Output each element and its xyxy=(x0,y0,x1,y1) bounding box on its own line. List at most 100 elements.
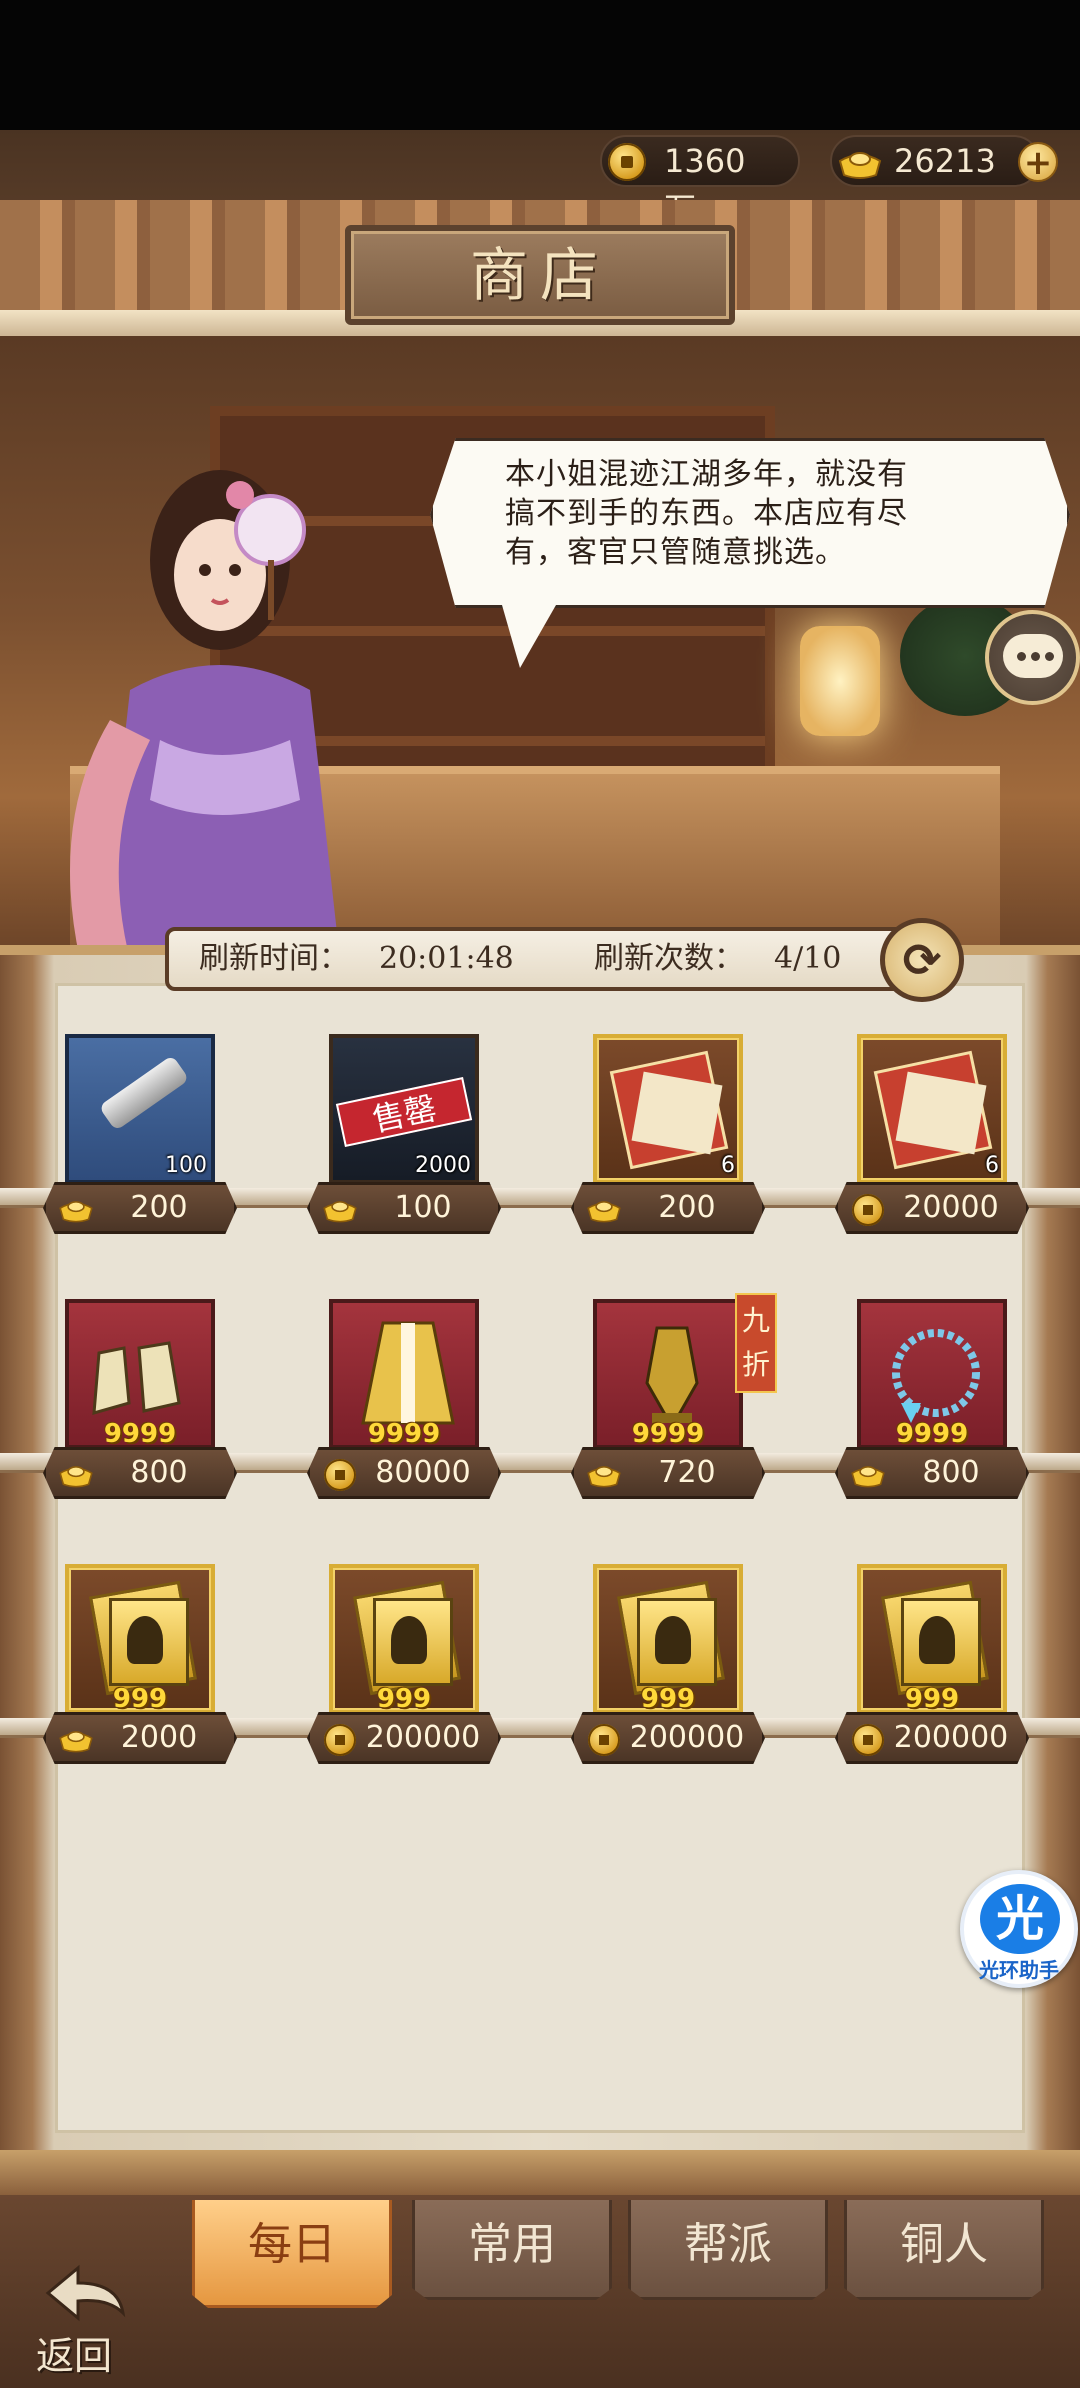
dialog-line: 搞不到手的东西。本店应有尽 xyxy=(505,496,908,531)
page-title: 商店 xyxy=(469,241,610,309)
price-plate: 20000 xyxy=(835,1182,1029,1234)
item-icon: 999 xyxy=(329,1564,479,1714)
gold-ingot-icon xyxy=(323,1201,357,1223)
back-arrow-icon xyxy=(45,2264,126,2322)
copper-coin-icon xyxy=(608,143,646,181)
gold-ingot-icon xyxy=(59,1466,93,1488)
item-icon: 999 xyxy=(857,1564,1007,1714)
chat-dot xyxy=(1031,652,1040,661)
refresh-time-value: 20:01:48 xyxy=(379,941,514,976)
assistant-float-button[interactable]: 光 光环助手 xyxy=(960,1870,1078,1988)
price-plate: 200000 xyxy=(307,1712,501,1764)
ingot-balance: 26213 + xyxy=(830,135,1058,187)
martial-figure-icon xyxy=(655,1616,691,1664)
price-plate: 100 xyxy=(307,1182,501,1234)
item-count: 999 xyxy=(112,1684,168,1714)
price-plate: 200000 xyxy=(571,1712,765,1764)
item-icon: 9999 xyxy=(65,1299,215,1449)
gold-ingot-icon xyxy=(587,1201,621,1223)
copper-coin-icon xyxy=(588,1724,620,1756)
refresh-count-value: 4/10 xyxy=(774,941,842,976)
refresh-button[interactable]: ⟳ xyxy=(880,918,964,1002)
chat-button[interactable] xyxy=(985,610,1080,705)
copper-coin-icon xyxy=(852,1724,884,1756)
chat-dot xyxy=(1017,652,1026,661)
item-price: 800 xyxy=(922,1455,980,1490)
gold-ingot-icon xyxy=(59,1731,93,1753)
item-count: 6 xyxy=(721,1153,735,1178)
back-button[interactable]: 返回 xyxy=(22,2255,142,2378)
item-icon: 9999 xyxy=(857,1299,1007,1449)
tab-daily[interactable]: 每日 xyxy=(192,2200,392,2308)
title-plaque: 商店 xyxy=(345,225,735,325)
discount-tag: 九折 xyxy=(735,1293,777,1393)
item-price: 200 xyxy=(658,1190,716,1225)
chat-dot xyxy=(1045,652,1054,661)
copper-coin-icon xyxy=(324,1724,356,1756)
back-label: 返回 xyxy=(36,2334,113,2378)
item-count: 9999 xyxy=(631,1419,705,1449)
price-plate: 800 xyxy=(835,1447,1029,1499)
item-icon: 9999 xyxy=(329,1299,479,1449)
shopkeeper-character xyxy=(70,470,340,960)
item-price: 200000 xyxy=(893,1720,1009,1755)
item-icon: 999 xyxy=(65,1564,215,1714)
add-ingot-button[interactable]: + xyxy=(1018,142,1058,182)
paper-icon xyxy=(895,1071,987,1155)
item-icon: 999 xyxy=(593,1564,743,1714)
assistant-icon: 光 xyxy=(980,1884,1060,1954)
item-count: 100 xyxy=(165,1153,207,1178)
tab-label: 每日 xyxy=(248,2219,336,2270)
item-price: 200 xyxy=(130,1190,188,1225)
panel-bottom-frame xyxy=(0,2150,1080,2195)
martial-figure-icon xyxy=(391,1616,427,1664)
tab-common[interactable]: 常用 xyxy=(412,2200,612,2300)
item-count: 999 xyxy=(640,1684,696,1714)
ingot-balance-value: 26213 xyxy=(894,142,996,180)
lantern xyxy=(800,626,880,736)
price-plate: 720 xyxy=(571,1447,765,1499)
tab-guild[interactable]: 帮派 xyxy=(628,2200,828,2300)
price-plate: 200 xyxy=(43,1182,237,1234)
dialog-line: 有，客官只管随意挑选。 xyxy=(505,535,846,570)
item-price: 2000 xyxy=(120,1720,198,1755)
refresh-time-label: 刷新时间： xyxy=(199,941,349,976)
tab-label: 铜人 xyxy=(900,2219,988,2270)
tab-label: 常用 xyxy=(468,2219,556,2270)
gold-ingot-icon xyxy=(587,1466,621,1488)
price-plate: 2000 xyxy=(43,1712,237,1764)
price-plate: 80000 xyxy=(307,1447,501,1499)
speech-bubble-tail xyxy=(500,598,560,668)
item-price: 100 xyxy=(394,1190,452,1225)
martial-figure-icon xyxy=(919,1616,955,1664)
sold-out-stamp: 售罄 xyxy=(335,1076,473,1148)
price-plate: 200 xyxy=(571,1182,765,1234)
assistant-label: 光环助手 xyxy=(979,1958,1059,1982)
price-plate: 200000 xyxy=(835,1712,1029,1764)
item-icon: 6 xyxy=(857,1034,1007,1184)
tab-bronze-man[interactable]: 铜人 xyxy=(844,2200,1044,2300)
refresh-info-bar: 刷新时间： 20:01:48 刷新次数： 4/10 xyxy=(165,927,905,991)
refresh-icon: ⟳ xyxy=(902,933,942,987)
gold-ingot-icon xyxy=(838,152,882,179)
price-plate: 800 xyxy=(43,1447,237,1499)
paper-icon xyxy=(631,1071,723,1155)
status-bar-area xyxy=(0,0,1080,130)
item-price: 20000 xyxy=(903,1190,999,1225)
item-price: 800 xyxy=(130,1455,188,1490)
item-count: 999 xyxy=(376,1684,432,1714)
item-count: 9999 xyxy=(367,1419,441,1449)
gold-ingot-icon xyxy=(59,1201,93,1223)
item-icon: 售罄 2000 xyxy=(329,1034,479,1184)
item-price: 720 xyxy=(658,1455,716,1490)
item-price: 200000 xyxy=(629,1720,745,1755)
item-count: 9999 xyxy=(895,1419,969,1449)
scroll-tube-icon xyxy=(98,1054,190,1132)
copper-coin-icon xyxy=(324,1459,356,1491)
gold-ingot-icon xyxy=(851,1466,885,1488)
refresh-count-label: 刷新次数： xyxy=(594,941,744,976)
tab-label: 帮派 xyxy=(684,2219,772,2270)
item-icon: 100 xyxy=(65,1034,215,1184)
item-count: 6 xyxy=(985,1153,999,1178)
item-count: 2000 xyxy=(415,1153,471,1178)
